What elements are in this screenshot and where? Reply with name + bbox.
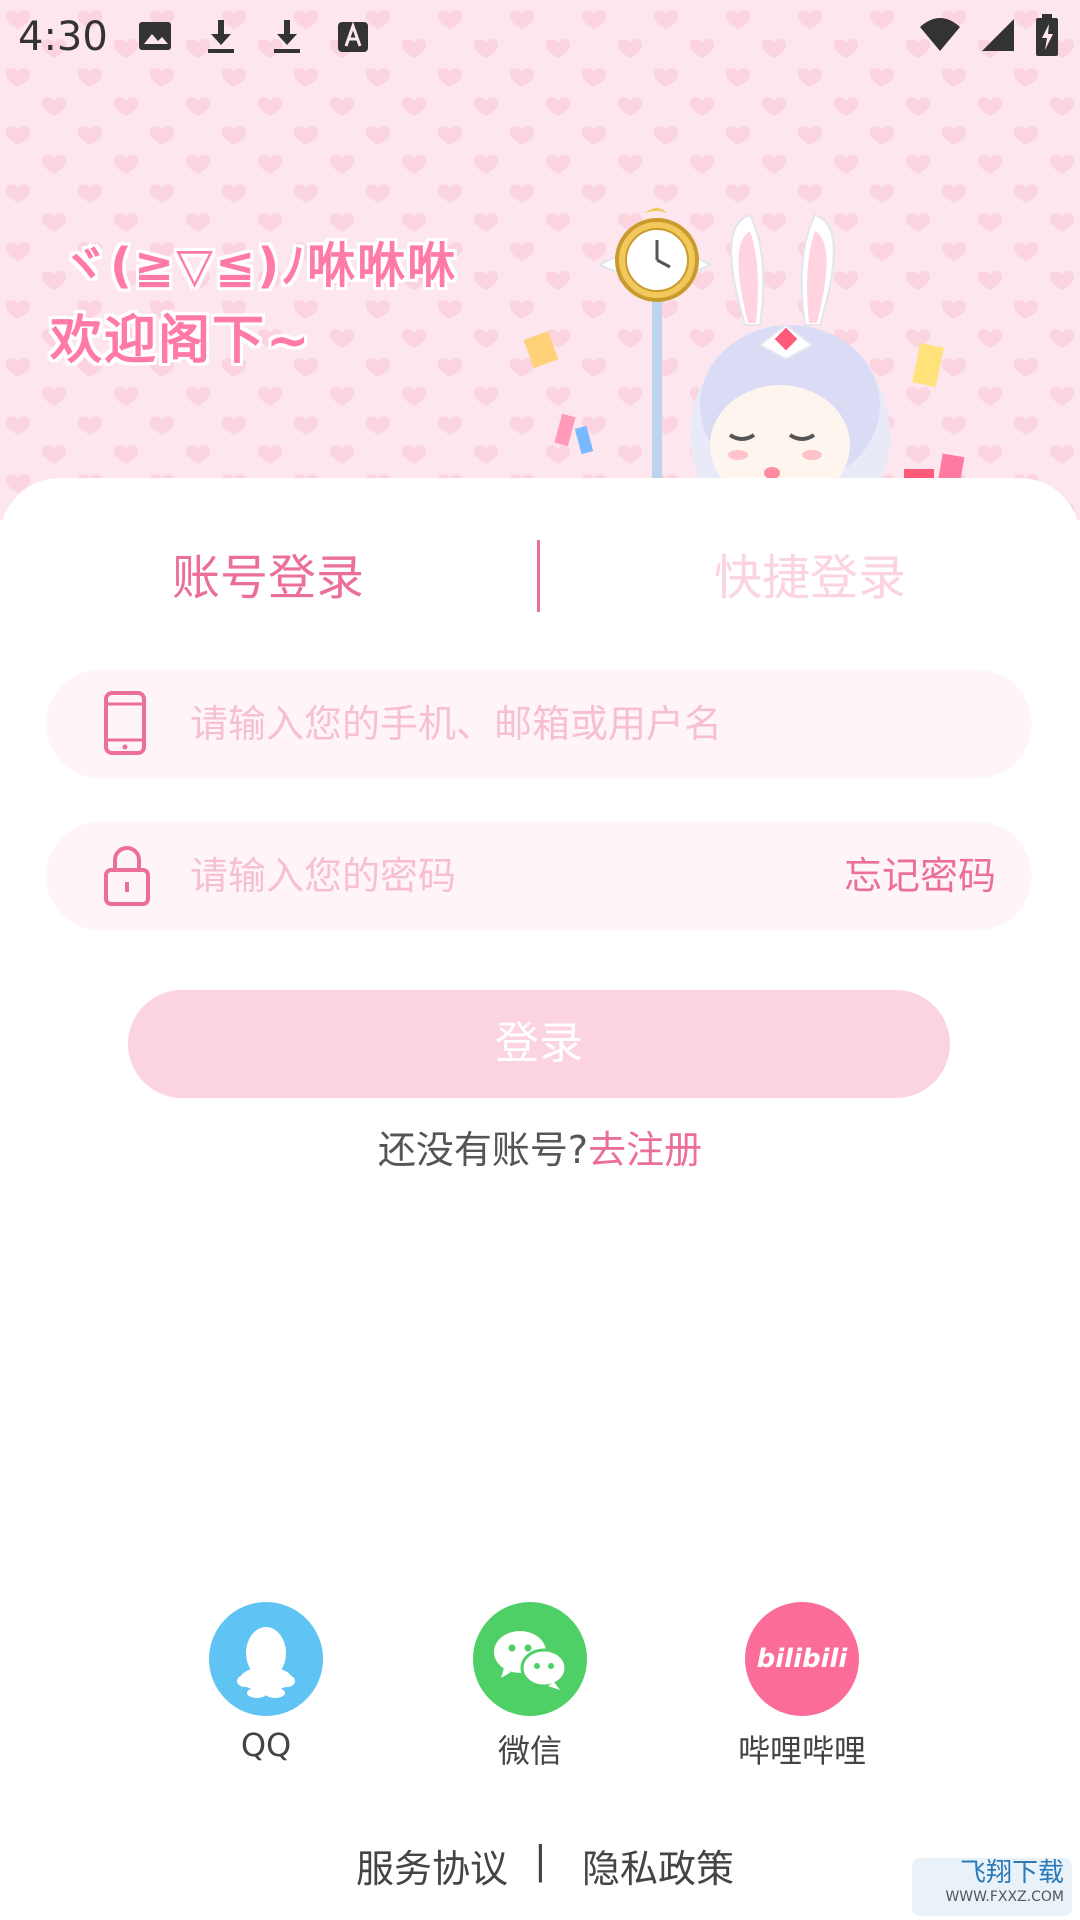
login-button[interactable]: 登录 <box>128 990 950 1098</box>
footer-separator: | <box>534 1838 547 1882</box>
status-time: 4:30 <box>18 14 108 60</box>
font-a-icon <box>338 21 368 52</box>
battery-charging-icon <box>1036 14 1058 56</box>
site-watermark: 飞翔下载 WWW.FXXZ.COM <box>912 1858 1072 1916</box>
download-icon <box>274 20 300 53</box>
tab-account-login[interactable]: 账号登录 <box>98 538 438 618</box>
qq-icon[interactable] <box>209 1602 323 1716</box>
register-link[interactable]: 去注册 <box>588 1128 702 1172</box>
qq-label: QQ <box>240 1726 292 1764</box>
header-banner: ヾ(≧▽≦)ﾉ咻咻咻 欢迎阁下~ <box>0 0 1080 520</box>
wechat-label: 微信 <box>497 1732 562 1770</box>
account-input-placeholder: 请输入您的手机、邮箱或用户名 <box>190 702 723 746</box>
register-prompt: 还没有账号?去注册 <box>0 1120 1080 1180</box>
wifi-icon <box>920 18 960 51</box>
login-tabs: 账号登录 快捷登录 <box>0 538 1080 618</box>
register-question: 还没有账号? <box>377 1128 589 1172</box>
lock-icon <box>104 846 150 906</box>
tab-divider <box>537 540 540 612</box>
greeting-welcome: 欢迎阁下~ <box>50 311 312 371</box>
wechat-login-button[interactable]: 微信 <box>410 1602 650 1772</box>
watermark-url: WWW.FXXZ.COM <box>945 1889 1064 1905</box>
watermark-title: 飞翔下载 <box>959 1858 1064 1888</box>
bilibili-logo-text: bilibili <box>756 1644 848 1674</box>
greeting-kaomoji: ヾ(≧▽≦)ﾉ咻咻咻 <box>60 238 458 294</box>
signal-icon <box>982 19 1014 51</box>
account-field[interactable]: 请输入您的手机、邮箱或用户名 <box>46 670 1032 778</box>
phone-icon <box>104 691 146 755</box>
forgot-password-link[interactable]: 忘记密码 <box>844 822 996 930</box>
mascot-illustration <box>523 208 965 505</box>
download-icon <box>208 20 234 53</box>
terms-of-service-link[interactable]: 服务协议 <box>356 1838 508 1893</box>
privacy-policy-link[interactable]: 隐私政策 <box>582 1838 734 1893</box>
bilibili-icon[interactable]: bilibili <box>745 1602 859 1716</box>
qq-login-button[interactable]: QQ <box>146 1602 386 1764</box>
image-icon <box>139 22 171 50</box>
bilibili-login-button[interactable]: bilibili 哔哩哔哩 <box>682 1602 922 1772</box>
tab-quick-login[interactable]: 快捷登录 <box>640 538 980 618</box>
wechat-icon[interactable] <box>473 1602 587 1716</box>
password-input-placeholder: 请输入您的密码 <box>190 854 457 898</box>
bilibili-label: 哔哩哔哩 <box>737 1732 866 1770</box>
password-field[interactable]: 请输入您的密码 忘记密码 <box>46 822 1032 930</box>
status-bar: 4:30 <box>0 0 1080 72</box>
